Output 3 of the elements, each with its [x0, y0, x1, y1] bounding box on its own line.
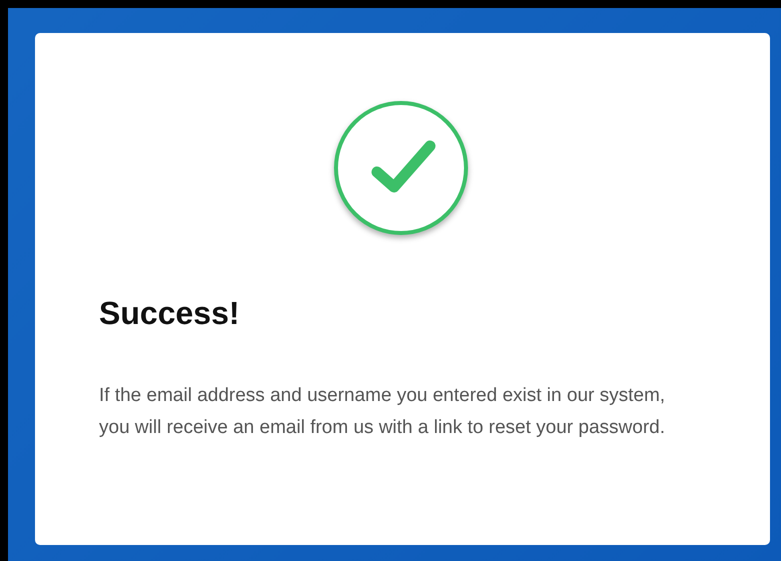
success-title: Success!: [99, 295, 241, 332]
check-circle-icon: [332, 99, 470, 237]
success-message: If the email address and username you entered exist in our system, you will receive an email from us with a link to reset your password.: [99, 384, 666, 440]
